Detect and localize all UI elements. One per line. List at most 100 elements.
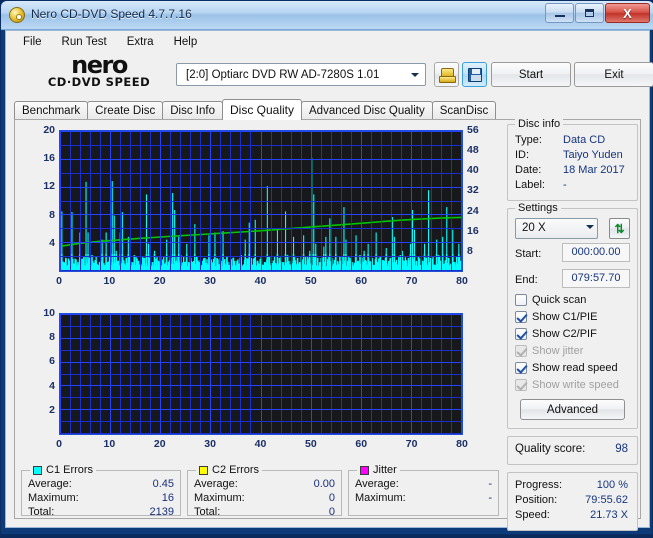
c1-x-tick: 10 (97, 275, 121, 287)
c1-errors-legend: C1 Errors (30, 464, 96, 476)
read-speed-tick: 16 (467, 225, 479, 237)
menu-extra[interactable]: Extra (118, 34, 163, 50)
c2-x-tick: 20 (148, 438, 172, 450)
window-controls: X (545, 3, 650, 23)
menu-file[interactable]: File (14, 34, 51, 50)
read-speed-tick: 48 (467, 144, 479, 156)
c1-x-tick: 60 (349, 275, 373, 287)
speed-row: Speed: 21.73 X (515, 509, 630, 524)
checkbox-icon (515, 328, 527, 340)
c1-color-swatch (33, 466, 42, 475)
menu-run-test[interactable]: Run Test (53, 34, 116, 50)
toolbar: nero CD·DVD SPEED [2:0] Optiarc DVD RW A… (6, 52, 649, 98)
window-title: Nero CD-DVD Speed 4.7.7.16 (31, 7, 192, 21)
c1-x-tick: 30 (198, 275, 222, 287)
disc-icon (9, 7, 25, 23)
c1-x-tick: 50 (299, 275, 323, 287)
c2-errors-box: C2 Errors Average: 0.00 Maximum: 0 Total… (187, 470, 342, 516)
checkbox-icon (515, 294, 527, 306)
read-speed-tick: 32 (467, 184, 479, 196)
logo-wordmark: nero (24, 55, 174, 76)
end-time-field[interactable]: 079:57.70 (562, 269, 630, 288)
gridline (60, 433, 462, 434)
tab-bar: Benchmark Create Disc Disc Info Disc Qua… (14, 100, 495, 120)
c1-y-tick: 8 (29, 209, 55, 221)
gridline (60, 159, 462, 160)
minimize-button[interactable] (545, 3, 574, 23)
quality-score-group: Quality score: 98 (507, 436, 638, 465)
c2-maximum-value: 0 (329, 492, 335, 504)
tab-disc-info[interactable]: Disc Info (162, 101, 223, 120)
jitter-maximum-label: Maximum: (355, 492, 406, 504)
disc-id-row: ID: Taiyo Yuden (515, 149, 630, 164)
checkbox-show-jitter-label: Show jitter (532, 345, 583, 357)
settings-legend: Settings (515, 202, 561, 214)
speed-select[interactable]: 20 X (515, 218, 598, 239)
gridline (60, 242, 462, 243)
gridline (60, 256, 462, 257)
c2-total-row: Total: 0 (194, 506, 335, 518)
c1-maximum-value: 16 (162, 492, 174, 504)
maximize-button[interactable] (575, 3, 604, 23)
maximize-icon (585, 9, 594, 17)
eject-button[interactable] (434, 62, 459, 87)
jitter-title: Jitter (373, 464, 397, 476)
logo-subtitle: CD·DVD SPEED (24, 76, 174, 89)
drive-selector[interactable]: [2:0] Optiarc DVD RW AD-7280S 1.01 (176, 63, 426, 86)
gridline (60, 326, 462, 327)
exit-button[interactable]: Exit (574, 62, 653, 87)
disc-info-legend: Disc info (515, 118, 563, 130)
checkbox-show-read-speed[interactable]: Show read speed (515, 359, 630, 376)
c2-x-tick: 0 (47, 438, 71, 450)
disc-date-value: 18 Mar 2017 (563, 164, 625, 176)
tab-advanced-disc-quality[interactable]: Advanced Disc Quality (301, 101, 433, 120)
jitter-average-row: Average: - (355, 478, 492, 490)
read-speed-tick: 24 (467, 205, 479, 217)
progress-label: Progress: (515, 479, 562, 491)
quality-score-row: Quality score: 98 (515, 443, 630, 458)
disc-type-label: Type: (515, 134, 542, 146)
checkbox-quick-scan[interactable]: Quick scan (515, 291, 630, 308)
save-button[interactable] (462, 62, 487, 87)
tab-create-disc[interactable]: Create Disc (87, 101, 163, 120)
c1-maximum-label: Maximum: (28, 492, 79, 504)
right-panel: Disc info Type: Data CD ID: Taiyo Yuden … (507, 124, 638, 538)
c2-y-tick: 4 (29, 380, 55, 392)
checkbox-show-c2-pif[interactable]: Show C2/PIF (515, 325, 630, 342)
start-time-field[interactable]: 000:00.00 (562, 243, 630, 262)
checkbox-show-c1-pie[interactable]: Show C1/PIE (515, 308, 630, 325)
jitter-maximum-value: - (488, 492, 492, 504)
title-bar: Nero CD-DVD Speed 4.7.7.16 X (1, 1, 653, 30)
read-speed-tick: 8 (467, 245, 473, 257)
checkbox-show-c2-pif-label: Show C2/PIF (532, 328, 597, 340)
c1-y-tick: 20 (29, 124, 55, 136)
c1-pie-chart: 48121620 8162432404856 01020304050607080 (21, 124, 499, 292)
disc-date-row: Date: 18 Mar 2017 (515, 164, 630, 179)
c1-errors-title: C1 Errors (46, 464, 93, 476)
close-button[interactable]: X (605, 3, 650, 23)
menu-help[interactable]: Help (165, 34, 207, 50)
disc-quality-page: 48121620 8162432404856 01020304050607080… (14, 119, 641, 519)
checkbox-show-write-speed-label: Show write speed (532, 379, 619, 391)
checkbox-show-c1-pie-label: Show C1/PIE (532, 311, 597, 323)
disc-label-label: Label: (515, 179, 545, 191)
tab-disc-quality[interactable]: Disc Quality (222, 99, 302, 120)
jitter-average-value: - (488, 478, 492, 490)
gridline (60, 350, 462, 351)
gridline (60, 228, 462, 229)
tab-scandisc[interactable]: ScanDisc (432, 101, 497, 120)
minimize-icon (555, 15, 565, 17)
refresh-button[interactable]: ⇅ (609, 218, 630, 239)
checkbox-icon (515, 379, 527, 391)
c1-y-tick: 4 (29, 237, 55, 249)
checkbox-show-read-speed-label: Show read speed (532, 362, 618, 374)
disc-date-label: Date: (515, 164, 541, 176)
tab-benchmark[interactable]: Benchmark (14, 101, 88, 120)
c2-pif-chart: 246810 01020304050607080 (21, 309, 499, 464)
disc-id-value: Taiyo Yuden (563, 149, 623, 161)
progress-row: Progress: 100 % (515, 479, 630, 494)
start-button[interactable]: Start (491, 62, 571, 87)
c2-x-tick: 30 (198, 438, 222, 450)
advanced-button[interactable]: Advanced (520, 399, 625, 420)
c2-x-tick: 10 (97, 438, 121, 450)
